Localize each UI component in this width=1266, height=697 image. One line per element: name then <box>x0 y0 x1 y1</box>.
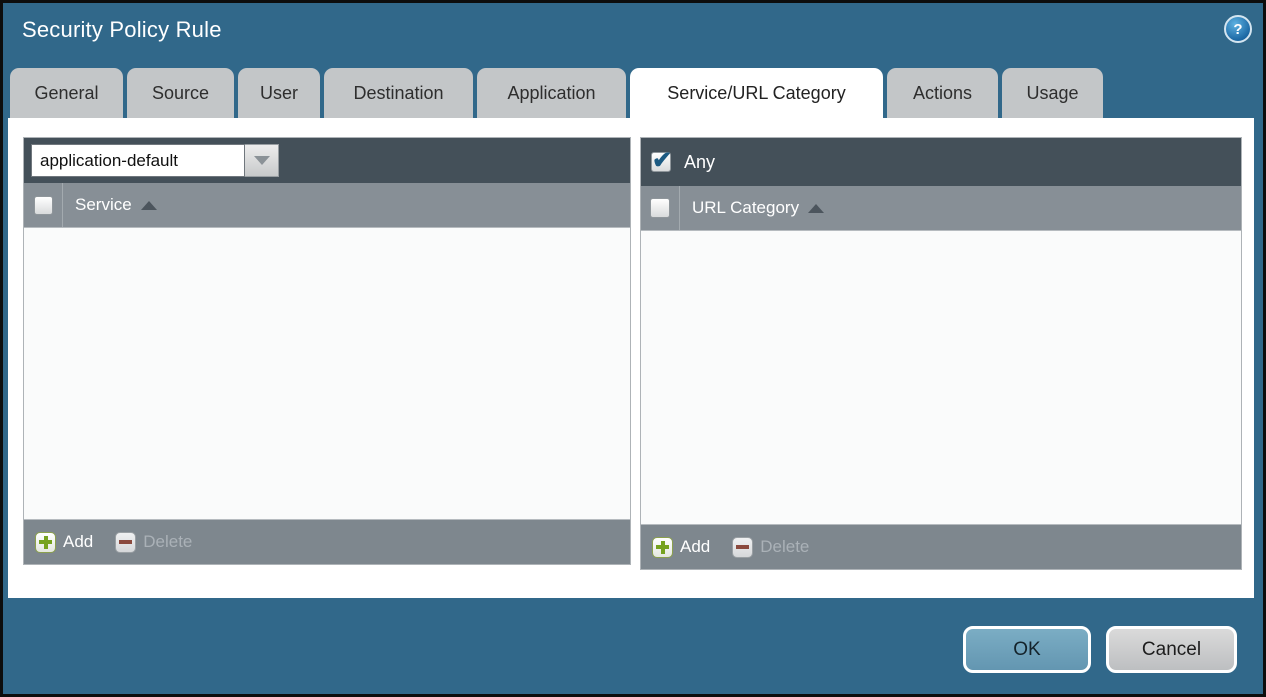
delete-button-label: Delete <box>143 532 192 552</box>
service-footer: Add Delete <box>24 519 630 564</box>
tab-destination[interactable]: Destination <box>324 68 473 118</box>
tab-content-area: Service Add Delete Any <box>8 118 1254 598</box>
tab-source[interactable]: Source <box>127 68 234 118</box>
tab-service-url-category[interactable]: Service/URL Category <box>630 68 883 118</box>
service-add-button[interactable]: Add <box>35 532 93 553</box>
service-column-label: Service <box>75 195 132 215</box>
plus-icon <box>652 537 673 558</box>
url-category-add-button[interactable]: Add <box>652 537 710 558</box>
dialog-title: Security Policy Rule <box>22 17 222 43</box>
service-delete-button[interactable]: Delete <box>115 532 192 553</box>
minus-icon <box>732 537 753 558</box>
any-checkbox[interactable] <box>651 152 671 172</box>
minus-icon <box>115 532 136 553</box>
service-column-header[interactable]: Service <box>24 183 630 228</box>
ok-button[interactable]: OK <box>963 626 1091 673</box>
url-category-select-all-cell <box>641 186 680 230</box>
service-select-all-cell <box>24 183 63 227</box>
tab-user[interactable]: User <box>238 68 320 118</box>
url-category-column-header[interactable]: URL Category <box>641 186 1241 231</box>
help-icon[interactable]: ? <box>1224 15 1252 43</box>
question-mark-glyph: ? <box>1233 21 1242 38</box>
url-category-toolbar: Any <box>641 138 1241 186</box>
tab-actions[interactable]: Actions <box>887 68 998 118</box>
sort-asc-icon <box>141 201 157 210</box>
sort-asc-icon <box>808 204 824 213</box>
add-button-label: Add <box>680 537 710 557</box>
service-toolbar <box>24 138 630 183</box>
security-policy-rule-dialog: Security Policy Rule ? General Source Us… <box>0 0 1266 697</box>
service-list-body <box>24 228 630 519</box>
tab-general[interactable]: General <box>10 68 123 118</box>
url-category-delete-button[interactable]: Delete <box>732 537 809 558</box>
service-select-all-checkbox[interactable] <box>34 196 53 215</box>
url-category-column-label: URL Category <box>692 198 799 218</box>
service-type-input[interactable] <box>31 144 245 177</box>
service-type-dropdown-button[interactable] <box>245 144 279 177</box>
url-category-select-all-checkbox[interactable] <box>650 198 670 218</box>
chevron-down-icon <box>254 156 270 165</box>
any-checkbox-label: Any <box>684 152 715 173</box>
delete-button-label: Delete <box>760 537 809 557</box>
add-button-label: Add <box>63 532 93 552</box>
service-type-combo <box>31 144 279 177</box>
cancel-button[interactable]: Cancel <box>1106 626 1237 673</box>
plus-icon <box>35 532 56 553</box>
tab-usage[interactable]: Usage <box>1002 68 1103 118</box>
tab-application[interactable]: Application <box>477 68 626 118</box>
url-category-list-body <box>641 231 1241 524</box>
url-category-footer: Add Delete <box>641 524 1241 569</box>
tab-bar: General Source User Destination Applicat… <box>10 68 1103 118</box>
service-panel: Service Add Delete <box>23 137 631 565</box>
url-category-panel: Any URL Category Add Delete <box>640 137 1242 570</box>
